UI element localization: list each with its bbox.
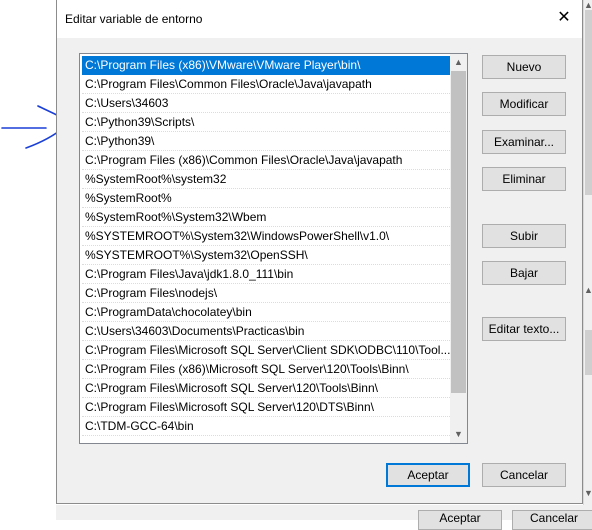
dialog-title: Editar variable de entorno: [65, 12, 203, 26]
title-bar[interactable]: Editar variable de entorno ✕: [57, 0, 582, 38]
list-item[interactable]: C:\Program Files\Microsoft SQL Server\Cl…: [82, 341, 450, 360]
list-item[interactable]: C:\Program Files (x86)\VMware\VMware Pla…: [82, 56, 450, 75]
edit-environment-variable-dialog: Editar variable de entorno ✕ C:\Program …: [56, 0, 583, 504]
list-item[interactable]: C:\Program Files\Java\jdk1.8.0_111\bin: [82, 265, 450, 284]
browse-button[interactable]: Examinar...: [482, 130, 566, 154]
list-item[interactable]: C:\Program Files\Microsoft SQL Server\12…: [82, 379, 450, 398]
list-item[interactable]: C:\Program Files\Microsoft SQL Server\12…: [82, 398, 450, 417]
list-item[interactable]: %SystemRoot%: [82, 189, 450, 208]
path-list[interactable]: C:\Program Files (x86)\VMware\VMware Pla…: [79, 53, 468, 444]
scrollbar-thumb[interactable]: [451, 71, 466, 393]
list-item[interactable]: C:\Users\34603: [82, 94, 450, 113]
chevron-up-icon[interactable]: ▲: [584, 285, 592, 295]
background-cancel-button[interactable]: Cancelar: [512, 510, 592, 530]
background-window-scrollbar[interactable]: ▲ ▲ ▼: [583, 0, 592, 520]
delete-button[interactable]: Eliminar: [482, 167, 566, 191]
list-item[interactable]: C:\TDM-GCC-64\bin: [82, 417, 450, 436]
list-item[interactable]: %SystemRoot%\System32\Wbem: [82, 208, 450, 227]
edit-button[interactable]: Modificar: [482, 92, 566, 116]
list-item[interactable]: C:\Python39\Scripts\: [82, 113, 450, 132]
list-scrollbar[interactable]: ▲ ▼: [450, 54, 467, 443]
background-window-left: [0, 0, 56, 520]
list-item[interactable]: C:\Python39\: [82, 132, 450, 151]
scrollbar-thumb[interactable]: [585, 10, 592, 195]
chevron-up-icon[interactable]: ▲: [450, 54, 467, 71]
list-item[interactable]: C:\Program Files (x86)\Microsoft SQL Ser…: [82, 360, 450, 379]
list-item[interactable]: C:\Users\34603\Documents\Practicas\bin: [82, 322, 450, 341]
move-down-button[interactable]: Bajar: [482, 261, 566, 285]
path-list-rows: C:\Program Files (x86)\VMware\VMware Pla…: [82, 56, 450, 436]
background-accept-button[interactable]: Aceptar: [418, 510, 502, 530]
move-up-button[interactable]: Subir: [482, 224, 566, 248]
list-item[interactable]: C:\Program Files\nodejs\: [82, 284, 450, 303]
list-item[interactable]: %SYSTEMROOT%\System32\WindowsPowerShell\…: [82, 227, 450, 246]
list-item[interactable]: C:\Program Files (x86)\Common Files\Orac…: [82, 151, 450, 170]
close-icon[interactable]: ✕: [554, 8, 574, 28]
chevron-down-icon[interactable]: ▼: [450, 426, 467, 443]
ok-button[interactable]: Aceptar: [386, 463, 470, 487]
list-item[interactable]: %SystemRoot%\system32: [82, 170, 450, 189]
list-item[interactable]: %SYSTEMROOT%\System32\OpenSSH\: [82, 246, 450, 265]
scrollbar-thumb[interactable]: [585, 330, 592, 375]
chevron-up-icon[interactable]: ▲: [584, 0, 592, 10]
list-item[interactable]: C:\Program Files\Common Files\Oracle\Jav…: [82, 75, 450, 94]
chevron-down-icon[interactable]: ▼: [584, 488, 592, 498]
new-button[interactable]: Nuevo: [482, 55, 566, 79]
edit-text-button[interactable]: Editar texto...: [482, 317, 566, 341]
list-item[interactable]: C:\ProgramData\chocolatey\bin: [82, 303, 450, 322]
cancel-button[interactable]: Cancelar: [482, 463, 566, 487]
